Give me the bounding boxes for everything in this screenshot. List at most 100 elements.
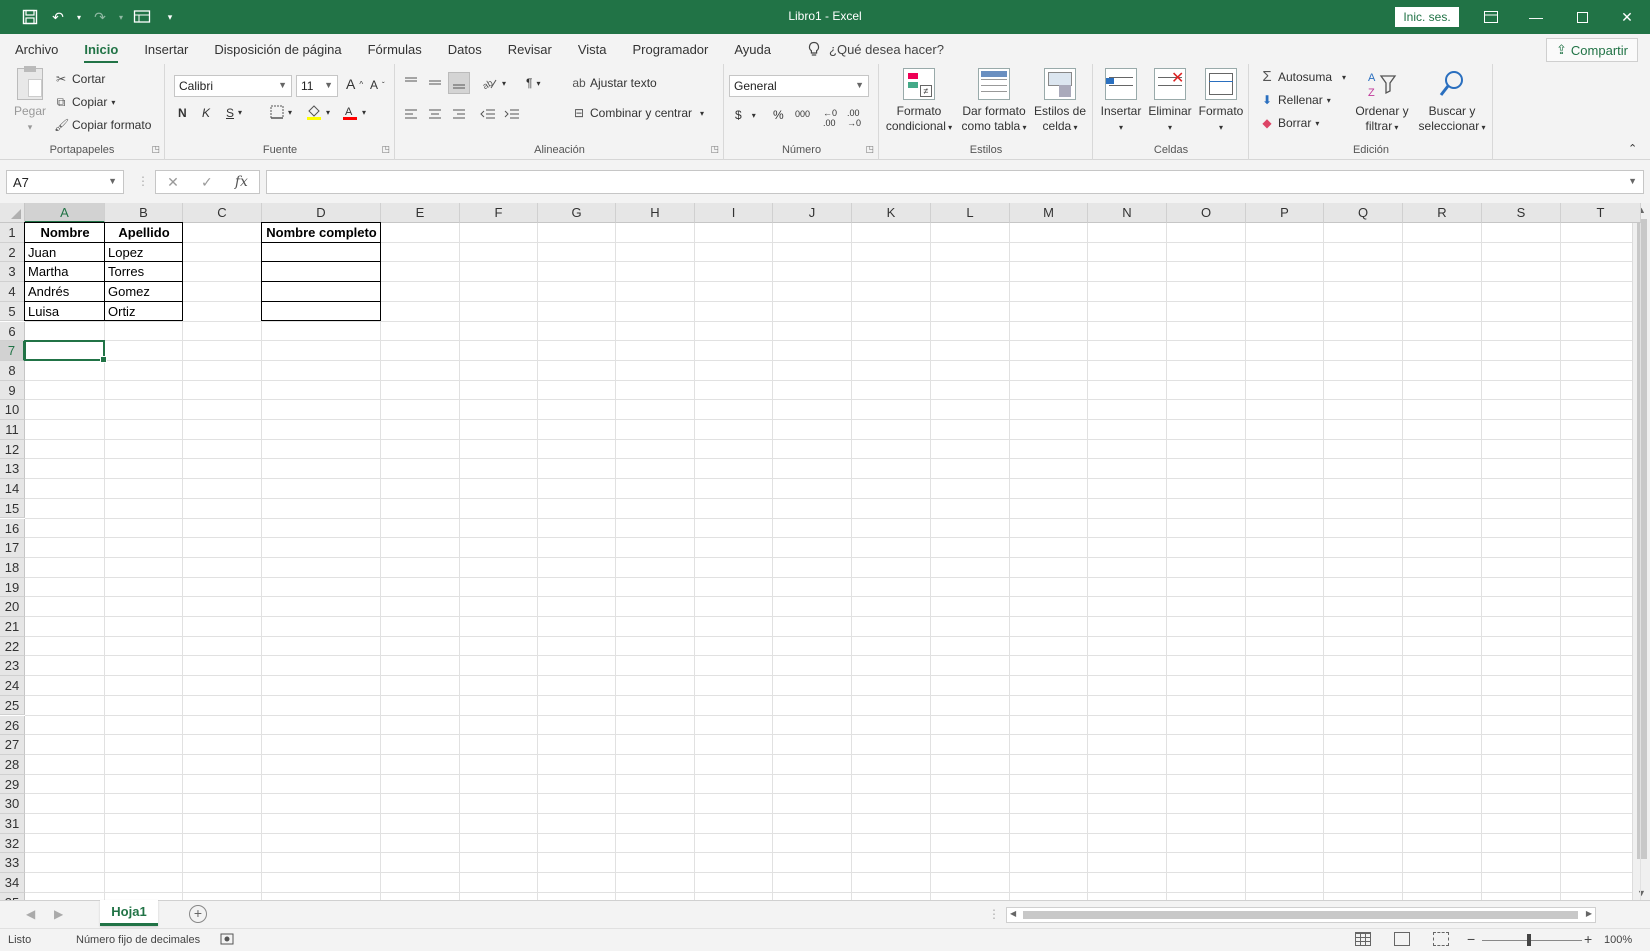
underline-button[interactable]: S xyxy=(226,106,234,120)
cell-b2[interactable]: Lopez xyxy=(105,243,183,263)
column-header-k[interactable]: K xyxy=(852,203,931,223)
align-right-icon[interactable] xyxy=(452,108,466,120)
align-middle-icon[interactable] xyxy=(428,76,442,90)
autosum-button[interactable]: Σ Autosuma ▾ xyxy=(1260,69,1346,84)
insert-cells-button[interactable]: Insertar ▾ xyxy=(1096,68,1146,135)
wrap-text-button[interactable]: ab Ajustar texto xyxy=(572,76,656,90)
tell-me-search[interactable]: ¿Qué desea hacer? xyxy=(807,41,944,57)
minimize-icon[interactable]: — xyxy=(1513,0,1559,34)
clipboard-launcher-icon[interactable]: ◳ xyxy=(151,144,160,155)
column-header-s[interactable]: S xyxy=(1482,203,1561,223)
page-break-view-icon[interactable] xyxy=(1433,932,1449,946)
column-header-l[interactable]: L xyxy=(931,203,1010,223)
align-bottom-icon[interactable] xyxy=(448,72,470,94)
horizontal-scroll-thumb[interactable] xyxy=(1023,911,1578,919)
vertical-scroll-thumb[interactable] xyxy=(1637,219,1647,859)
close-icon[interactable]: ✕ xyxy=(1604,0,1650,34)
column-header-d[interactable]: D xyxy=(262,203,381,223)
row-header-10[interactable]: 10 xyxy=(0,400,25,420)
zoom-slider-track[interactable] xyxy=(1482,940,1582,941)
row-header-14[interactable]: 14 xyxy=(0,479,25,499)
sort-filter-button[interactable]: AZ Ordenar y filtrar ▾ xyxy=(1352,68,1412,135)
next-sheet-icon[interactable]: ▶ xyxy=(54,907,63,921)
collapse-ribbon-icon[interactable]: ⌃ xyxy=(1628,142,1637,155)
scroll-left-icon[interactable]: ◀ xyxy=(1010,909,1016,918)
column-header-j[interactable]: J xyxy=(773,203,852,223)
row-header-11[interactable]: 11 xyxy=(0,420,25,440)
cell-a3[interactable]: Martha xyxy=(25,262,105,282)
insert-function-icon[interactable]: fx xyxy=(235,174,248,190)
sheet-tab-hoja1[interactable]: Hoja1 xyxy=(100,900,158,926)
row-header-32[interactable]: 32 xyxy=(0,833,25,854)
row-header-28[interactable]: 28 xyxy=(0,754,25,775)
scroll-right-icon[interactable]: ▶ xyxy=(1586,909,1592,918)
number-format-select[interactable]: General ▼ xyxy=(729,75,869,97)
format-as-table-button[interactable]: Dar formato como tabla ▾ xyxy=(958,68,1030,135)
font-launcher-icon[interactable]: ◳ xyxy=(381,144,390,155)
formula-bar-splitter[interactable]: ⋮ xyxy=(137,174,149,188)
redo-dropdown-icon[interactable]: ▾ xyxy=(116,5,126,29)
find-select-button[interactable]: Buscar y seleccionar ▾ xyxy=(1414,68,1490,135)
customize-qat-icon[interactable]: ▾ xyxy=(158,5,182,29)
column-header-h[interactable]: H xyxy=(616,203,695,223)
decrease-font-icon[interactable]: Aˇ xyxy=(370,78,385,92)
row-header-29[interactable]: 29 xyxy=(0,774,25,795)
column-header-m[interactable]: M xyxy=(1010,203,1088,223)
format-painter-button[interactable]: 🖌 Copiar formato xyxy=(54,118,151,132)
add-sheet-icon[interactable]: + xyxy=(189,905,207,923)
row-header-21[interactable]: 21 xyxy=(0,617,25,637)
cell-a1[interactable]: Nombre xyxy=(25,223,105,243)
row-header-26[interactable]: 26 xyxy=(0,715,25,736)
delete-cells-button[interactable]: ✕ Eliminar ▾ xyxy=(1144,68,1196,135)
scroll-down-icon[interactable]: ▼ xyxy=(1637,888,1646,898)
font-color-button[interactable]: A ▾ xyxy=(342,104,366,120)
tab-archivo[interactable]: Archivo xyxy=(15,38,58,61)
bold-button[interactable]: N xyxy=(178,106,187,120)
row-header-2[interactable]: 2 xyxy=(0,242,25,263)
row-header-23[interactable]: 23 xyxy=(0,656,25,677)
row-header-5[interactable]: 5 xyxy=(0,301,25,322)
row-header-35[interactable]: 35 xyxy=(0,892,25,900)
undo-dropdown-icon[interactable]: ▾ xyxy=(74,5,84,29)
row-header-8[interactable]: 8 xyxy=(0,360,25,381)
sign-in-button[interactable]: Inic. ses. xyxy=(1395,7,1459,27)
row-header-27[interactable]: 27 xyxy=(0,735,25,755)
tab-disposicion[interactable]: Disposición de página xyxy=(214,38,341,61)
zoom-in-icon[interactable]: + xyxy=(1584,931,1592,947)
row-header-22[interactable]: 22 xyxy=(0,636,25,657)
orientation-icon[interactable]: ab ▾ xyxy=(482,76,506,90)
redo-icon[interactable]: ↷ xyxy=(88,5,112,29)
expand-formula-icon[interactable]: ▼ xyxy=(1628,176,1637,186)
row-header-24[interactable]: 24 xyxy=(0,676,25,696)
tab-formulas[interactable]: Fórmulas xyxy=(368,38,422,61)
text-direction-icon[interactable]: ¶ ▾ xyxy=(526,76,540,90)
cancel-entry-icon[interactable]: ✕ xyxy=(167,174,179,191)
cell-b1[interactable]: Apellido xyxy=(105,223,183,243)
thousands-button[interactable]: 000 xyxy=(795,109,810,119)
cell-b5[interactable]: Ortiz xyxy=(105,302,183,322)
column-header-f[interactable]: F xyxy=(460,203,538,223)
row-header-19[interactable]: 19 xyxy=(0,577,25,598)
conditional-format-button[interactable]: ≠ Formato condicional ▾ xyxy=(884,68,954,135)
fill-button[interactable]: ⬇ Rellenar ▾ xyxy=(1260,93,1331,107)
tab-inicio[interactable]: Inicio xyxy=(84,38,118,63)
column-header-g[interactable]: G xyxy=(538,203,616,223)
horizontal-scrollbar[interactable]: ◀ ▶ xyxy=(1006,907,1596,923)
spreadsheet-grid[interactable]: ▲ ▼ A B C D E F G H I J K L M N O P Q R S T 1 2 3 4 5 6 7 8 9 10 11 12 1… xyxy=(0,203,1650,900)
cell-a2[interactable]: Juan xyxy=(25,243,105,263)
decrease-decimal-icon[interactable]: .00 →0 xyxy=(847,108,861,128)
align-top-icon[interactable] xyxy=(404,76,418,90)
cell-d1[interactable]: Nombre completo xyxy=(262,223,381,243)
fill-color-button[interactable]: ▾ xyxy=(306,104,330,120)
column-header-t[interactable]: T xyxy=(1561,203,1641,223)
maximize-icon[interactable] xyxy=(1559,0,1605,34)
column-header-b[interactable]: B xyxy=(105,203,183,223)
formula-input[interactable]: ▼ xyxy=(266,170,1644,194)
row-header-34[interactable]: 34 xyxy=(0,873,25,893)
row-header-16[interactable]: 16 xyxy=(0,518,25,539)
paste-button[interactable]: Pegar ▾ xyxy=(12,66,48,135)
merge-center-button[interactable]: ⊟ Combinar y centrar ▾ xyxy=(572,106,704,120)
borders-button[interactable]: ▾ xyxy=(270,105,292,119)
tab-ayuda[interactable]: Ayuda xyxy=(734,38,771,61)
font-size-select[interactable]: 11 ▼ xyxy=(296,75,338,97)
